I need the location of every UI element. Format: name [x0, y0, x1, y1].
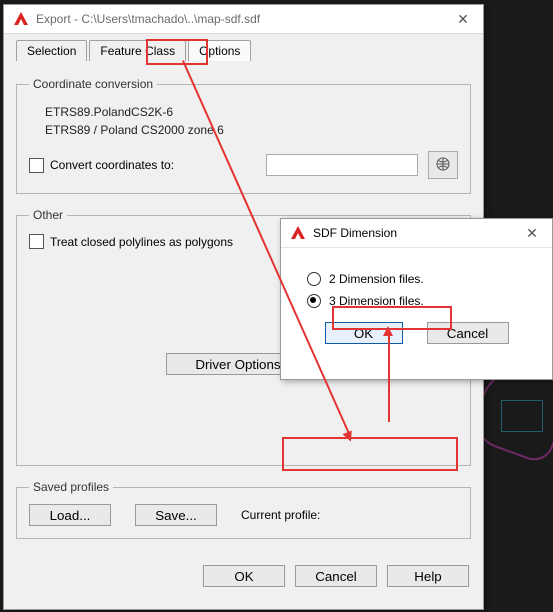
convert-target-field[interactable] [266, 154, 418, 176]
window-title: Export - C:\Users\tmachado\..\map-sdf.sd… [36, 12, 443, 26]
ok-button[interactable]: OK [203, 565, 285, 587]
convert-checkbox[interactable] [29, 158, 44, 173]
footer: OK Cancel Help [4, 553, 483, 587]
globe-icon [435, 156, 451, 175]
app-icon [289, 224, 307, 242]
load-button[interactable]: Load... [29, 504, 111, 526]
cancel-button[interactable]: Cancel [295, 565, 377, 587]
option-2d-label: 2 Dimension files. [329, 272, 424, 286]
treat-polylines-checkbox[interactable] [29, 234, 44, 249]
close-icon[interactable]: ✕ [443, 11, 483, 28]
option-3d-label: 3 Dimension files. [329, 294, 424, 308]
coord-value-2: ETRS89 / Poland CS2000 zone 6 [45, 123, 458, 137]
coord-value-1: ETRS89.PolandCS2K-6 [45, 105, 458, 119]
option-3d-row[interactable]: 3 Dimension files. [307, 294, 526, 308]
tabstrip: Selection Feature Class Options [4, 34, 483, 61]
profiles-legend: Saved profiles [29, 480, 113, 494]
browse-crs-button[interactable] [428, 151, 458, 179]
dialog-titlebar[interactable]: SDF Dimension ✕ [281, 219, 552, 248]
radio-3d[interactable] [307, 294, 321, 308]
sdf-dimension-dialog: SDF Dimension ✕ 2 Dimension files. 3 Dim… [280, 218, 553, 380]
treat-polylines-label: Treat closed polylines as polygons [50, 235, 233, 249]
current-profile-label: Current profile: [241, 508, 320, 522]
titlebar[interactable]: Export - C:\Users\tmachado\..\map-sdf.sd… [4, 5, 483, 34]
option-2d-row[interactable]: 2 Dimension files. [307, 272, 526, 286]
radio-2d[interactable] [307, 272, 321, 286]
help-button[interactable]: Help [387, 565, 469, 587]
dialog-title: SDF Dimension [313, 226, 512, 240]
close-icon[interactable]: ✕ [512, 225, 552, 242]
tab-selection[interactable]: Selection [16, 40, 87, 61]
dialog-cancel-button[interactable]: Cancel [427, 322, 509, 344]
app-icon [12, 10, 30, 28]
coord-legend: Coordinate conversion [29, 77, 157, 91]
other-legend: Other [29, 208, 67, 222]
save-button[interactable]: Save... [135, 504, 217, 526]
dialog-ok-button[interactable]: OK [325, 322, 403, 344]
tab-options[interactable]: Options [188, 40, 251, 61]
convert-label: Convert coordinates to: [50, 158, 174, 172]
tab-feature-class[interactable]: Feature Class [89, 40, 186, 61]
coordinate-conversion-group: Coordinate conversion ETRS89.PolandCS2K-… [16, 77, 471, 194]
saved-profiles-group: Saved profiles Load... Save... Current p… [16, 480, 471, 539]
